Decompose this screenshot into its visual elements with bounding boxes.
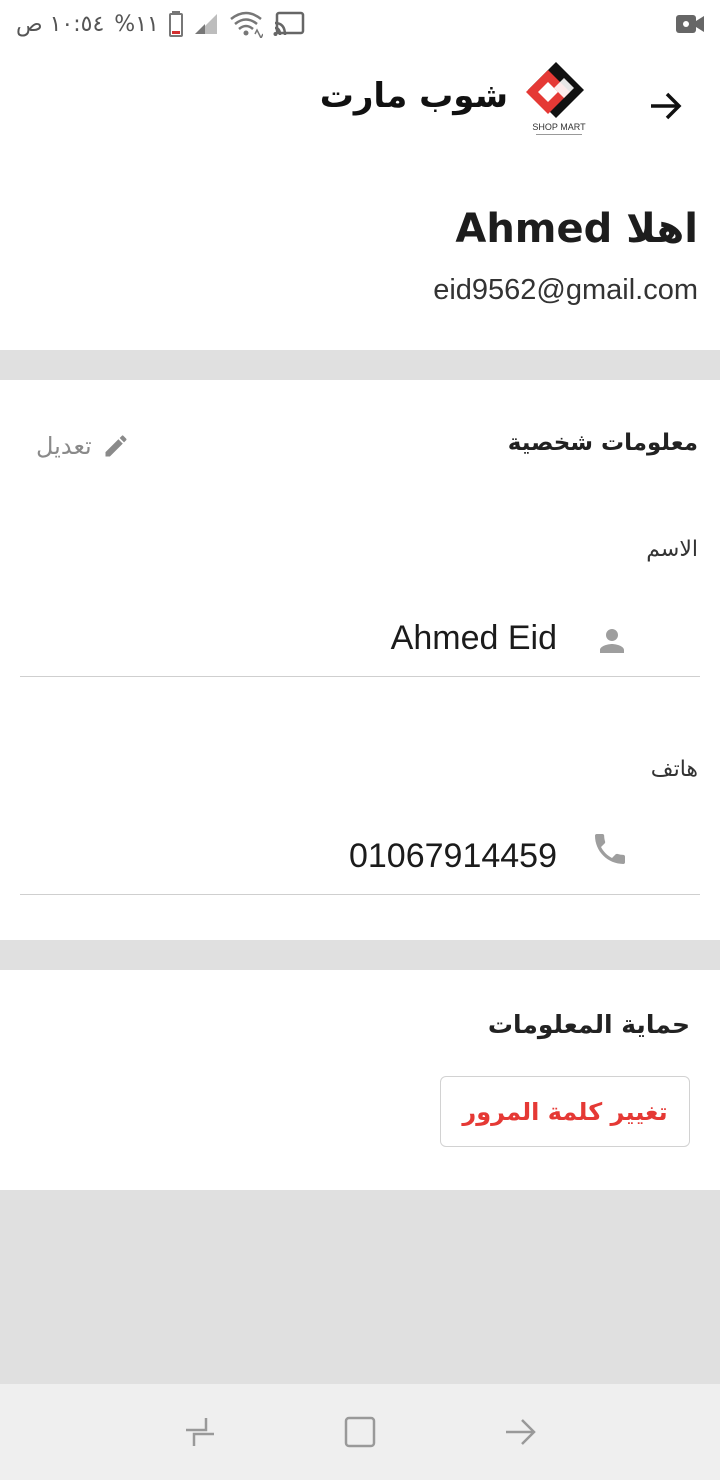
phone-field[interactable]: 01067914459 [20, 825, 700, 895]
cast-icon [273, 11, 305, 37]
nav-back-button[interactable] [490, 1402, 550, 1462]
phone-icon [595, 834, 625, 864]
system-nav-bar [0, 1384, 720, 1480]
app-title: شوب مارت [319, 76, 508, 116]
section-divider [0, 350, 720, 380]
change-password-button[interactable]: تغيير كلمة المرور [440, 1076, 690, 1147]
svg-text:SHOP MART: SHOP MART [532, 122, 586, 132]
nav-home-button[interactable] [330, 1402, 390, 1462]
status-left: ١٠:٥٤ ص %١١ [16, 10, 305, 38]
home-icon [344, 1416, 376, 1448]
recents-icon [186, 1418, 214, 1446]
back-arrow-icon [506, 1419, 536, 1445]
pencil-icon [105, 435, 127, 457]
video-camera-icon [676, 13, 704, 35]
personal-info-title: معلومات شخصية [507, 430, 698, 456]
profile-screen: ١٠:٥٤ ص %١١ SHOP MART شوب مارت اهلا Ahme… [0, 0, 720, 1480]
status-bar: ١٠:٥٤ ص %١١ [0, 0, 720, 48]
name-value: Ahmed Eid [390, 619, 557, 657]
battery-icon [168, 11, 183, 37]
phone-label: هاتف [650, 757, 698, 782]
security-title: حماية المعلومات [487, 1010, 690, 1039]
arrow-right-icon [651, 92, 682, 120]
empty-area [0, 1190, 720, 1384]
edit-button[interactable]: تعديل [36, 428, 130, 464]
battery-percent: %١١ [114, 11, 159, 37]
user-email: eid9562@gmail.com [433, 274, 698, 306]
section-divider [0, 940, 720, 970]
shopmart-logo: SHOP MART [526, 60, 592, 140]
person-icon [600, 629, 624, 653]
edit-label: تعديل [36, 432, 92, 460]
phone-value: 01067914459 [348, 837, 557, 875]
nav-recents-button[interactable] [170, 1402, 230, 1462]
greeting-heading: اهلا Ahmed [455, 206, 698, 252]
status-time: ١٠:٥٤ ص [16, 11, 105, 37]
change-password-label: تغيير كلمة المرور [462, 1097, 668, 1126]
wifi-icon [229, 10, 263, 38]
name-field[interactable]: Ahmed Eid [20, 607, 700, 677]
name-label: الاسم [646, 537, 698, 562]
app-bar: SHOP MART شوب مارت [0, 48, 720, 158]
back-button[interactable] [642, 82, 690, 130]
signal-icon [193, 12, 219, 36]
